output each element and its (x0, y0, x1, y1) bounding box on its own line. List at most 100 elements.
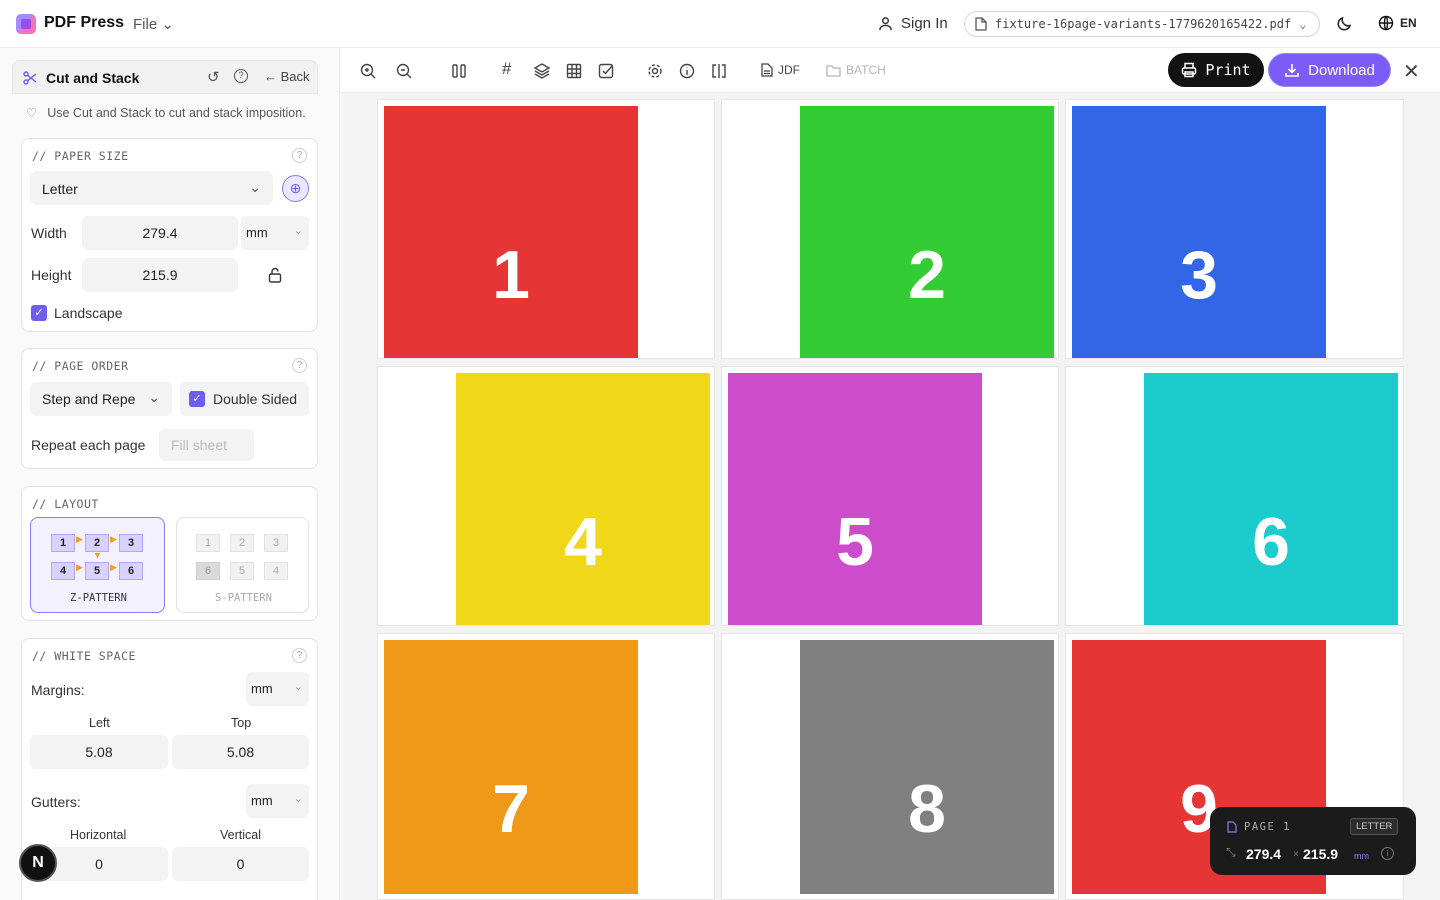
layout-title: // LAYOUT (32, 497, 99, 511)
layout-cell: 6 (196, 562, 220, 580)
lock-open-icon[interactable] (268, 267, 282, 283)
gutters-label: Gutters: (31, 794, 81, 810)
sign-in-label: Sign In (901, 15, 948, 32)
hash-icon[interactable]: # (502, 59, 520, 78)
split-view-icon[interactable] (710, 62, 728, 80)
info-icon[interactable]: i (1381, 847, 1394, 860)
sign-in-button[interactable]: Sign In (878, 15, 948, 32)
file-selector[interactable]: fixture-16page-variants-1779620165422.pd… (964, 11, 1320, 37)
download-label: Download (1308, 61, 1375, 79)
file-menu-label: File (133, 16, 158, 33)
z-pattern-label: Z-PATTERN (70, 592, 127, 604)
sheet-page-1[interactable]: 1 (377, 99, 715, 359)
layout-cell: 5 (230, 562, 254, 580)
help-icon[interactable]: ? (292, 648, 307, 663)
print-label: Print (1205, 61, 1251, 79)
sheet-page-2[interactable]: 2 (721, 99, 1059, 359)
printer-icon (1182, 62, 1197, 78)
columns-icon[interactable] (450, 62, 468, 80)
unit-value: mm (251, 793, 273, 808)
white-space-card: // WHITE SPACE ? Margins: mm ⌄ Left Top … (21, 638, 318, 900)
file-icon (975, 17, 987, 31)
moon-icon[interactable] (1336, 14, 1354, 32)
repeat-each-page-input[interactable]: Fill sheet (159, 429, 254, 461)
height-input[interactable]: 215.9 (82, 258, 238, 292)
preview-toolbar: # JDF BATCH Print Download ✕ (341, 48, 1440, 93)
language-switcher[interactable]: EN (1378, 15, 1417, 31)
s-pattern-option[interactable]: 1 2 3 6 5 4 S-PATTERN (176, 517, 309, 613)
double-sided-checkbox[interactable]: ✓ (189, 391, 205, 407)
help-icon[interactable]: ? (234, 69, 248, 83)
info-icon[interactable] (678, 62, 696, 80)
sheet-page-3[interactable]: 3 (1065, 99, 1404, 359)
jdf-label: JDF (778, 63, 800, 77)
grid-icon[interactable] (565, 62, 583, 80)
unit-value: mm (246, 225, 268, 240)
left-margin-input[interactable]: 5.08 (30, 735, 168, 769)
arrow-icon: ▶ (76, 562, 83, 572)
gear-icon[interactable] (646, 62, 664, 80)
page-thumbnail: 1 (384, 106, 638, 358)
page-order-mode-select[interactable]: Step and Repe ⌄ (30, 382, 172, 416)
layers-icon[interactable] (533, 62, 551, 80)
sheet-page-4[interactable]: 4 (377, 366, 715, 626)
zoom-out-icon[interactable] (395, 62, 413, 80)
gutters-unit-select[interactable]: mm ⌄ (246, 784, 309, 818)
add-paper-size-button[interactable]: ⊕ (282, 175, 309, 202)
arrow-icon: ▶ (110, 562, 117, 572)
sheet-page-6[interactable]: 6 (1065, 366, 1404, 626)
batch-button[interactable]: BATCH (826, 63, 886, 77)
width-unit-select[interactable]: mm ⌄ (241, 216, 309, 250)
landscape-label: Landscape (54, 305, 123, 321)
page-thumbnail: 5 (728, 373, 982, 625)
chevron-down-icon: ⌄ (293, 225, 303, 237)
unit-value: mm (251, 681, 273, 696)
left-margin-label: Left (89, 716, 110, 730)
close-icon[interactable]: ✕ (1403, 59, 1420, 84)
layout-cell: 4 (51, 562, 75, 580)
sheet-page-7[interactable]: 7 (377, 633, 715, 900)
paper-size-card: // PAPER SIZE ? Letter ⌄ ⊕ Width 279.4 m… (21, 138, 318, 332)
z-pattern-option[interactable]: 1 2 3 4 5 6 ▶ ▶ ▼ ▶ ▶ Z-PATTERN (30, 517, 165, 613)
paper-size-select[interactable]: Letter ⌄ (30, 171, 273, 205)
settings-sidebar: Cut and Stack ↺ ? ← Back ♡ Use Cut and S… (0, 48, 340, 900)
zoom-in-icon[interactable] (359, 62, 377, 80)
app-logo-icon[interactable] (16, 14, 36, 34)
page-thumbnail: 6 (1144, 373, 1398, 625)
file-menu[interactable]: File ⌄ (133, 15, 174, 33)
layout-card: // LAYOUT 1 2 3 4 5 6 ▶ ▶ ▼ ▶ ▶ Z-PATTER… (21, 486, 318, 621)
top-margin-input[interactable]: 5.08 (172, 735, 309, 769)
landscape-checkbox[interactable]: ✓ (31, 305, 47, 321)
layout-cell: 4 (264, 562, 288, 580)
resize-icon: ⤡ (1226, 845, 1236, 859)
page-info-panel: PAGE 1 LETTER ⤡ 279.4 × 215.9 mm i (1210, 807, 1416, 875)
page-order-mode-value: Step and Repe (42, 391, 136, 407)
white-space-title: // WHITE SPACE (32, 649, 136, 663)
layout-cell: 2 (230, 534, 254, 552)
help-icon[interactable]: ? (292, 148, 307, 163)
page-order-card: // PAGE ORDER ? Step and Repe ⌄ ✓ Double… (21, 348, 318, 469)
arrow-icon: ▶ (76, 534, 83, 544)
sheet-page-5[interactable]: 5 (721, 366, 1059, 626)
paper-size-title: // PAPER SIZE (32, 149, 129, 163)
back-button[interactable]: ← Back (264, 69, 310, 84)
page-unit: mm (1354, 851, 1369, 861)
page-thumbnail: 4 (456, 373, 710, 625)
avatar[interactable]: N (19, 844, 57, 882)
page-order-title: // PAGE ORDER (32, 359, 129, 373)
layout-cell: 3 (264, 534, 288, 552)
margins-unit-select[interactable]: mm ⌄ (246, 672, 309, 706)
arrow-icon: ▶ (110, 534, 117, 544)
vertical-gutter-input[interactable]: 0 (172, 847, 309, 881)
checkbox-icon[interactable] (597, 62, 615, 80)
help-icon[interactable]: ? (292, 358, 307, 373)
download-button[interactable]: Download (1268, 53, 1391, 87)
jdf-button[interactable]: JDF (761, 63, 800, 77)
page-thumbnail: 2 (800, 106, 1054, 358)
reset-icon[interactable]: ↺ (207, 68, 220, 86)
print-button[interactable]: Print (1168, 53, 1264, 87)
width-input[interactable]: 279.4 (82, 216, 238, 250)
page-label: PAGE 1 (1244, 821, 1291, 833)
app-brand[interactable]: PDF Press (44, 14, 124, 32)
sheet-page-8[interactable]: 8 (721, 633, 1059, 900)
